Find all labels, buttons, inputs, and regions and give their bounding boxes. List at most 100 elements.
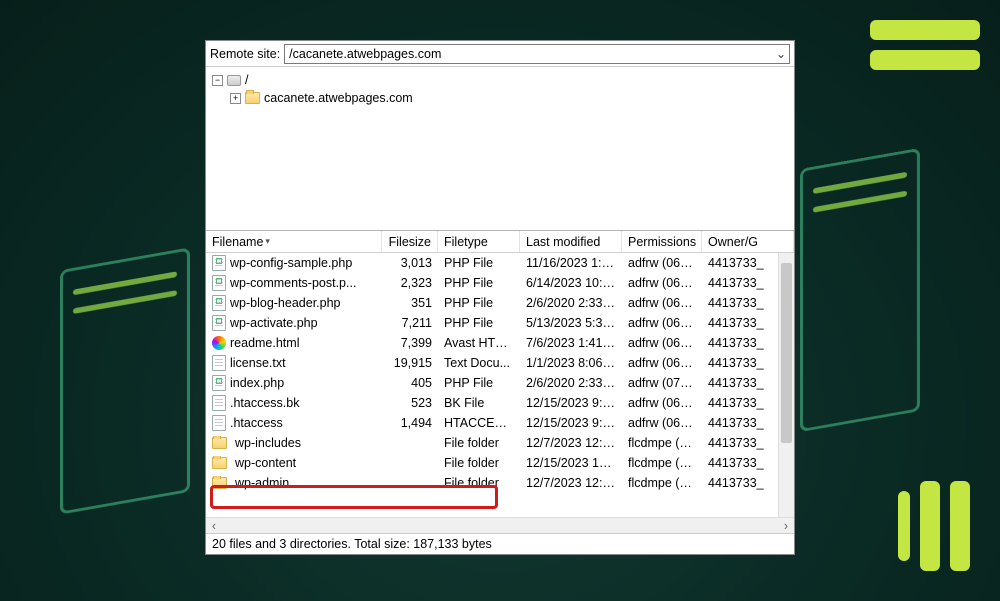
remote-site-label: Remote site: — [210, 47, 280, 61]
file-permissions: adfrw (0644) — [622, 416, 702, 430]
table-row[interactable]: license.txt19,915Text Docu...1/1/2023 8:… — [206, 353, 778, 373]
table-row[interactable]: .htaccess 1,494HTACCESS ...12/15/2023 9:2… — [206, 413, 778, 433]
file-modified: 11/16/2023 1:4... — [520, 256, 622, 270]
table-row[interactable]: wp-blog-header.php351PHP File2/6/2020 2:… — [206, 293, 778, 313]
header-modified[interactable]: Last modified — [520, 231, 622, 252]
file-permissions: flcdmpe (0... — [622, 476, 702, 490]
file-size: 7,211 — [382, 316, 438, 330]
file-name: license.txt — [230, 356, 286, 370]
file-size: 7,399 — [382, 336, 438, 350]
decor-shape — [800, 148, 920, 432]
sort-indicator-icon: ▾ — [265, 236, 270, 247]
table-row[interactable]: .htaccess.bk523BK File12/15/2023 9:2...a… — [206, 393, 778, 413]
file-owner: 4413733_ — [702, 396, 778, 410]
table-row[interactable]: wp-adminFile folder12/7/2023 12:2...flcd… — [206, 473, 778, 493]
file-modified: 6/14/2023 10:1... — [520, 276, 622, 290]
file-list: Filename ▾ Filesize Filetype Last modifi… — [206, 231, 794, 533]
file-owner: 4413733_ — [702, 256, 778, 270]
remote-site-row: Remote site: ⌄ — [206, 41, 794, 67]
table-row[interactable]: index.php405PHP File2/6/2020 2:33:1...ad… — [206, 373, 778, 393]
file-type: PHP File — [438, 276, 520, 290]
file-modified: 12/15/2023 9:2... — [520, 396, 622, 410]
header-filename-label: Filename — [212, 235, 263, 249]
scrollbar-thumb[interactable] — [781, 263, 792, 443]
header-filename[interactable]: Filename ▾ — [206, 231, 382, 252]
header-owner[interactable]: Owner/G — [702, 231, 794, 252]
file-modified: 12/15/2023 10:... — [520, 456, 622, 470]
file-type: HTACCESS ... — [438, 416, 520, 430]
folder-icon — [212, 437, 227, 449]
php-file-icon — [212, 375, 226, 391]
directory-tree[interactable]: − / + cacanete.atwebpages.com — [206, 67, 794, 231]
header-modified-label: Last modified — [526, 235, 600, 249]
remote-site-combo[interactable]: ⌄ — [284, 44, 790, 64]
file-type: Text Docu... — [438, 356, 520, 370]
table-row[interactable]: readme.html 7,399Avast HTM...7/6/2023 1:4… — [206, 333, 778, 353]
vertical-scrollbar[interactable] — [778, 253, 794, 517]
file-name: readme.html — [230, 336, 299, 350]
file-owner: 4413733_ — [702, 476, 778, 490]
file-permissions: adfrw (0644) — [622, 276, 702, 290]
file-owner: 4413733_ — [702, 316, 778, 330]
file-owner: 4413733_ — [702, 336, 778, 350]
table-row[interactable]: wp-includes File folder12/7/2023 12:2...f… — [206, 433, 778, 453]
file-type: File folder — [438, 436, 520, 450]
php-file-icon — [212, 275, 226, 291]
file-size: 19,915 — [382, 356, 438, 370]
file-name: .htaccess — [230, 416, 283, 430]
decor-bar — [870, 20, 980, 40]
file-size: 1,494 — [382, 416, 438, 430]
header-filetype[interactable]: Filetype — [438, 231, 520, 252]
table-row[interactable]: wp-comments-post.p...2,323PHP File6/14/2… — [206, 273, 778, 293]
file-modified: 5/13/2023 5:35:... — [520, 316, 622, 330]
scroll-left-icon[interactable]: ‹ — [206, 519, 222, 533]
header-permissions[interactable]: Permissions — [622, 231, 702, 252]
php-file-icon — [212, 295, 226, 311]
header-filesize[interactable]: Filesize — [382, 231, 438, 252]
decor-bar — [870, 50, 980, 70]
horizontal-scrollbar[interactable]: ‹ › — [206, 517, 794, 533]
table-row[interactable]: wp-config-sample.php 3,013PHP File11/16/2… — [206, 253, 778, 273]
file-type: File folder — [438, 476, 520, 490]
folder-icon — [212, 457, 227, 469]
file-modified: 2/6/2020 2:33:1... — [520, 296, 622, 310]
expand-icon[interactable]: + — [230, 93, 241, 104]
drive-icon — [227, 75, 241, 86]
file-icon — [212, 415, 226, 431]
file-name: index.php — [230, 376, 284, 390]
file-size: 405 — [382, 376, 438, 390]
file-name: wp-includes — [235, 436, 301, 450]
file-permissions: adfrw (0644) — [622, 256, 702, 270]
file-permissions: adfrw (0744) — [622, 376, 702, 390]
collapse-icon[interactable]: − — [212, 75, 223, 86]
php-file-icon — [212, 315, 226, 331]
file-name: .htaccess.bk — [230, 396, 299, 410]
file-type: PHP File — [438, 316, 520, 330]
tree-root-label: / — [245, 73, 248, 87]
scroll-right-icon[interactable]: › — [778, 519, 794, 533]
tree-root-row[interactable]: − / — [212, 71, 788, 89]
file-modified: 7/6/2023 1:41:2... — [520, 336, 622, 350]
file-size: 523 — [382, 396, 438, 410]
table-row[interactable]: wp-contentFile folder12/15/2023 10:...fl… — [206, 453, 778, 473]
remote-site-input[interactable] — [285, 47, 773, 61]
chevron-down-icon[interactable]: ⌄ — [773, 46, 789, 61]
table-row[interactable]: wp-activate.php7,211PHP File5/13/2023 5:… — [206, 313, 778, 333]
file-modified: 12/7/2023 12:2... — [520, 436, 622, 450]
folder-icon — [245, 92, 260, 104]
file-permissions: flcdmpe (0... — [622, 436, 702, 450]
column-headers: Filename ▾ Filesize Filetype Last modifi… — [206, 231, 794, 253]
decor-bar — [920, 481, 940, 571]
file-type: Avast HTM... — [438, 336, 520, 350]
file-permissions: adfrw (0644) — [622, 296, 702, 310]
file-type: PHP File — [438, 256, 520, 270]
header-permissions-label: Permissions — [628, 235, 696, 249]
tree-child-row[interactable]: + cacanete.atwebpages.com — [212, 89, 788, 107]
file-modified: 12/15/2023 9:2... — [520, 416, 622, 430]
file-list-body[interactable]: wp-config-sample.php3,013PHP File11/16/2… — [206, 253, 778, 517]
file-icon — [212, 355, 226, 371]
file-permissions: flcdmpe (0... — [622, 456, 702, 470]
file-size: 3,013 — [382, 256, 438, 270]
file-name: wp-config-sample.php — [230, 256, 352, 270]
file-modified: 12/7/2023 12:2... — [520, 476, 622, 490]
